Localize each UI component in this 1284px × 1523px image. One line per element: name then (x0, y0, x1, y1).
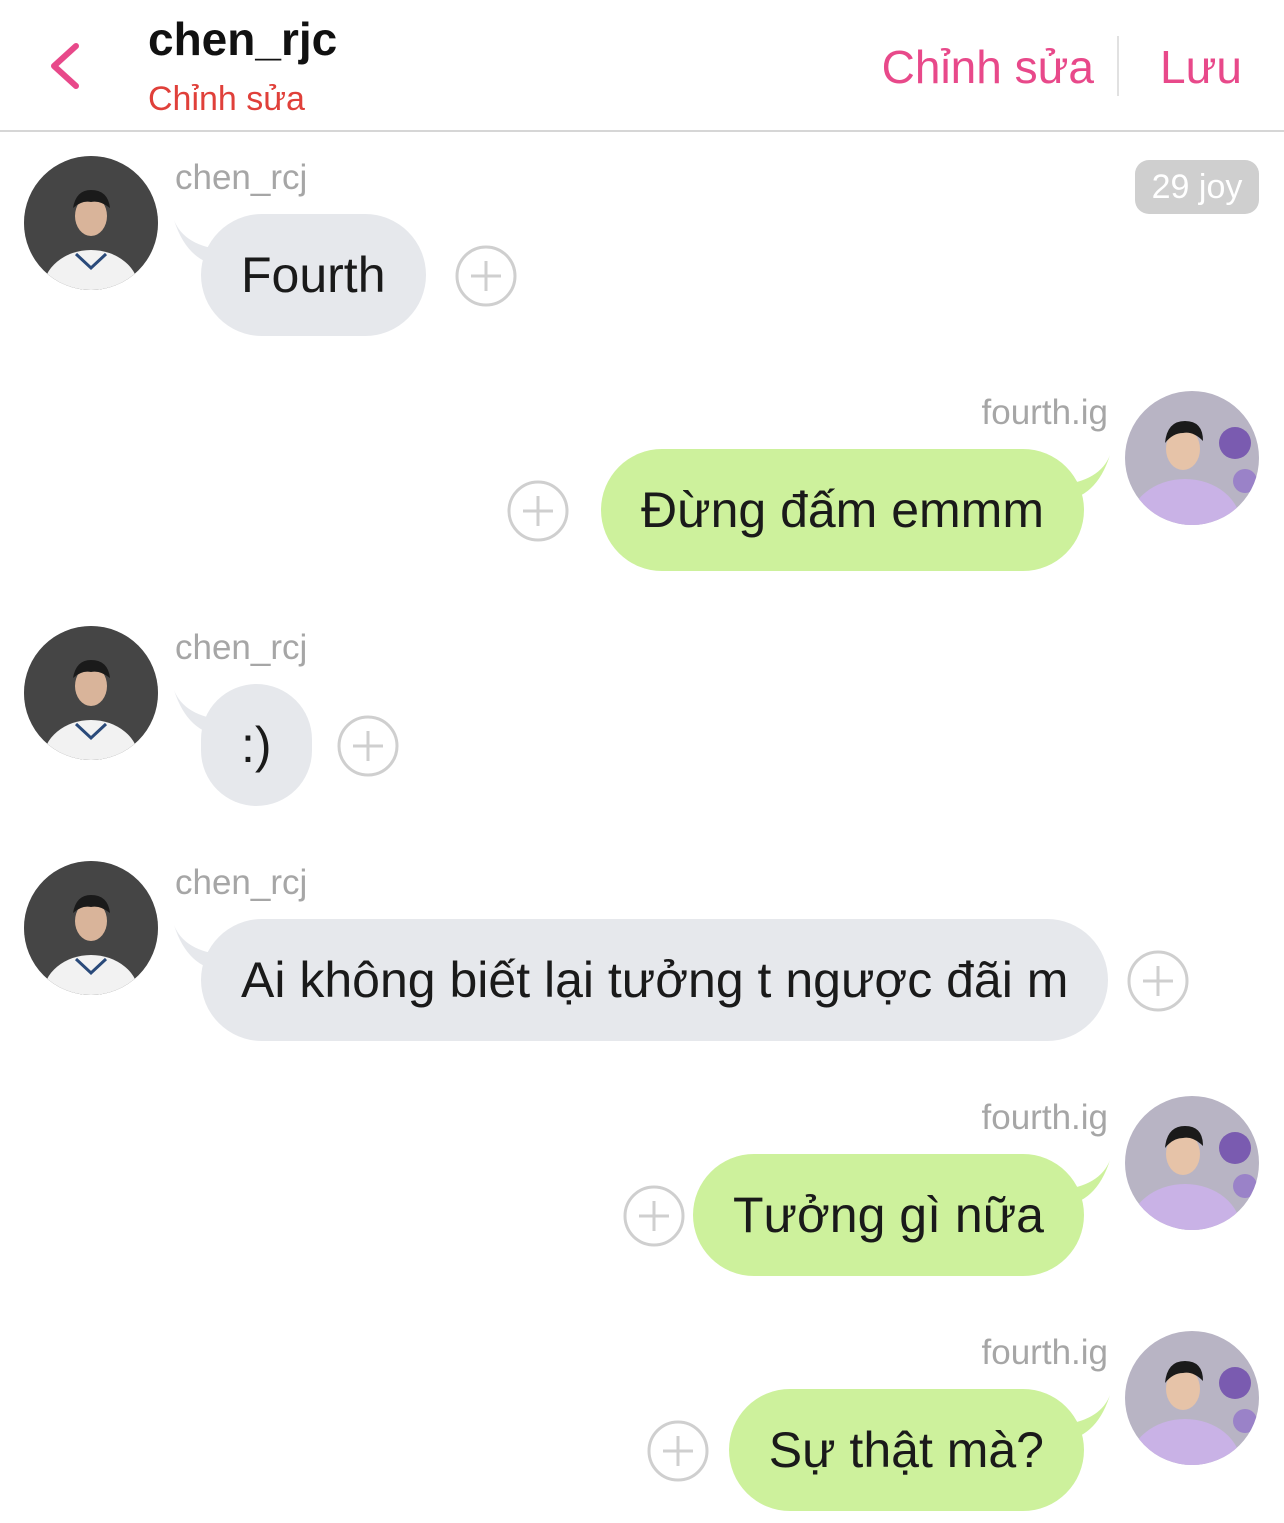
message-row: chen_rcj Fourth (0, 156, 1284, 346)
add-reaction-button[interactable] (507, 480, 569, 542)
header-divider (1117, 36, 1119, 96)
sender-name: chen_rcj (175, 158, 308, 197)
plus-circle-icon (507, 480, 569, 542)
avatar[interactable] (24, 156, 158, 290)
add-reaction-button[interactable] (337, 715, 399, 777)
message-bubble[interactable]: Fourth (201, 214, 426, 336)
avatar[interactable] (1125, 391, 1259, 525)
save-button[interactable]: Lưu (1160, 40, 1242, 94)
back-button[interactable] (40, 38, 96, 94)
chevron-left-icon (51, 43, 79, 89)
chat-title: chen_rjc (148, 13, 338, 65)
message-bubble[interactable]: Tưởng gì nữa (693, 1154, 1084, 1276)
message-bubble[interactable]: Sự thật mà? (728, 1389, 1084, 1511)
avatar[interactable] (1125, 1096, 1259, 1230)
add-reaction-button[interactable] (455, 245, 517, 307)
add-reaction-button[interactable] (623, 1185, 685, 1247)
chat-subtitle[interactable]: Chỉnh sửa (148, 80, 305, 119)
message-row: fourth.ig Tưởng gì nữa (0, 1096, 1284, 1286)
avatar[interactable] (24, 626, 158, 760)
avatar[interactable] (1125, 1331, 1259, 1465)
message-bubble[interactable]: :) (201, 684, 312, 806)
message-row: fourth.ig Sự thật mà? (0, 1331, 1284, 1521)
sender-name: fourth.ig (981, 1333, 1108, 1372)
avatar[interactable] (24, 861, 158, 995)
plus-circle-icon (337, 715, 399, 777)
add-reaction-button[interactable] (647, 1420, 709, 1482)
message-bubble[interactable]: Đừng đấm emmm (600, 449, 1084, 571)
chat-header: chen_rjc Chỉnh sửa Chỉnh sửa Lưu (0, 0, 1284, 132)
edit-button[interactable]: Chỉnh sửa (882, 40, 1094, 94)
message-bubble[interactable]: Ai không biết lại tưởng t ngược đãi m (201, 919, 1109, 1041)
sender-name: fourth.ig (981, 393, 1108, 432)
message-row: chen_rcj Ai không biết lại tưởng t ngược… (0, 861, 1284, 1051)
message-row: fourth.ig Đừng đấm emmm (0, 391, 1284, 581)
sender-name: chen_rcj (175, 628, 308, 667)
plus-circle-icon (647, 1420, 709, 1482)
plus-circle-icon (623, 1185, 685, 1247)
sender-name: chen_rcj (175, 863, 308, 902)
plus-circle-icon (1127, 950, 1189, 1012)
plus-circle-icon (455, 245, 517, 307)
message-row: chen_rcj :) (0, 626, 1284, 816)
add-reaction-button[interactable] (1127, 950, 1189, 1012)
sender-name: fourth.ig (981, 1098, 1108, 1137)
